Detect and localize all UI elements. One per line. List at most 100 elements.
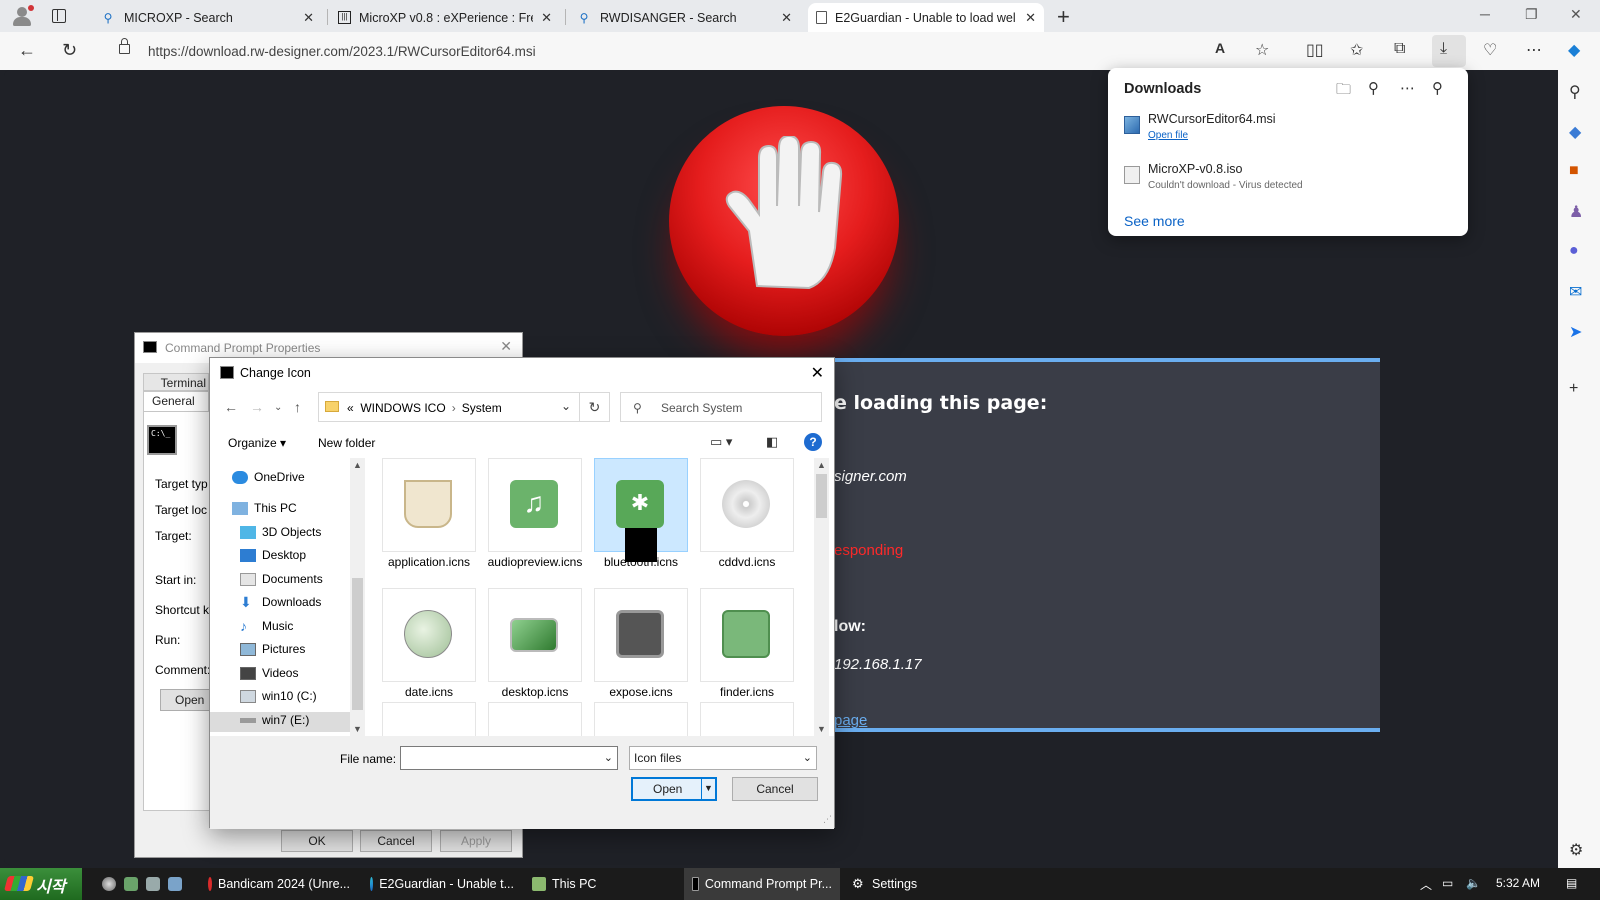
nav-item-desktop[interactable]: Desktop [240,548,306,562]
browser-essentials-icon[interactable]: ♡ [1483,40,1497,60]
search-input[interactable]: Search System [661,401,742,415]
task-edge[interactable]: E2Guardian - Unable t... [362,868,522,900]
download-item[interactable]: MicroXP-v0.8.iso Couldn't download - Vir… [1124,162,1454,200]
scroll-up-icon[interactable]: ▲ [353,460,362,470]
volume-muted-icon[interactable]: 🔈 [1466,876,1481,890]
outlook-icon[interactable]: ✉ [1569,282,1582,302]
open-folder-icon[interactable]: 🗀 [1336,79,1351,104]
file-item[interactable] [486,702,584,736]
media-quicklaunch-icon[interactable] [168,877,182,891]
scroll-thumb[interactable] [816,474,827,518]
file-list-scrollbar[interactable]: ▲ ▼ [814,458,829,736]
profile-avatar-icon[interactable] [10,5,34,27]
view-options-icon[interactable]: ▭ ▾ [710,434,732,450]
back-icon[interactable]: ← [224,399,238,415]
notifications-icon[interactable]: ▤ [1566,876,1577,890]
browser-tab-1[interactable]: ⚲ MICROXP - Search ✕ [92,3,322,32]
file-item[interactable]: date.icns [380,588,478,708]
nav-item-onedrive[interactable]: OneDrive [232,470,305,484]
open-file-link[interactable]: Open file [1148,130,1188,141]
ok-button[interactable]: OK [281,830,353,852]
tab-general[interactable]: General [143,391,209,411]
file-item[interactable]: desktop.icns [486,588,584,708]
downloads-button[interactable] [1432,35,1466,67]
file-type-select[interactable]: Icon files ⌄ [629,746,817,770]
minimize-icon[interactable]: ─ [1480,6,1490,22]
nav-item-pictures[interactable]: Pictures [240,642,305,656]
lock-icon[interactable] [119,38,130,54]
nav-item-videos[interactable]: Videos [240,666,298,680]
browser-tab-2[interactable]: ||| MicroXP v0.8 : eXPerience : Free ✕ [330,3,560,32]
scroll-up-icon[interactable]: ▲ [817,460,826,470]
microsoft-365-icon[interactable]: ● [1569,242,1579,260]
chevron-down-icon[interactable]: ⌄ [604,751,613,764]
open-button[interactable]: Open ▼ [631,777,717,801]
file-name-input[interactable]: ⌄ [400,746,618,770]
organize-menu[interactable]: Organize ▾ [228,436,286,450]
scroll-down-icon[interactable]: ▼ [353,724,362,734]
close-tab-icon[interactable]: ✕ [781,10,792,26]
open-file-location-button[interactable]: Open [160,689,214,711]
close-tab-icon[interactable]: ✕ [303,10,314,26]
favorites-icon[interactable]: ✩ [1350,40,1363,60]
url-text[interactable]: https://download.rw-designer.com/2023.1/… [148,44,536,59]
new-folder-button[interactable]: New folder [318,436,375,450]
download-item[interactable]: RWCursorEditor64.msi Open file [1124,112,1454,150]
more-options-icon[interactable]: ⋯ [1526,40,1542,60]
new-tab-icon[interactable]: + [1057,4,1070,30]
nav-item-music[interactable]: ♪ Music [240,619,293,634]
close-tab-icon[interactable]: ✕ [1025,10,1036,26]
download-icon[interactable]: ⤓ [1440,40,1447,58]
tools-icon[interactable]: ■ [1569,162,1579,180]
address-bar[interactable]: https://download.rw-designer.com/2023.1/… [108,36,1208,66]
file-item[interactable] [698,702,796,736]
breadcrumb-overflow[interactable]: « [347,401,354,415]
nav-item-documents[interactable]: Documents [240,572,323,586]
collections-icon[interactable]: ⧉ [1394,40,1405,58]
apply-button[interactable]: Apply [440,830,512,852]
preview-pane-icon[interactable]: ◧ [766,434,778,450]
task-command-prompt-properties[interactable]: Command Prompt Pr... [684,868,840,900]
task-bandicam[interactable]: Bandicam 2024 (Unre... [200,868,358,900]
browser-tab-4-active[interactable]: E2Guardian - Unable to load wel ✕ [808,3,1044,32]
nav-item-3d-objects[interactable]: 3D Objects [240,525,321,539]
nav-item-downloads[interactable]: ⬇ Downloads [240,595,321,610]
copilot-icon[interactable]: ◆ [1568,40,1580,60]
nav-item-this-pc[interactable]: This PC [232,501,297,515]
back-icon[interactable]: ← [18,40,36,61]
recent-locations-icon[interactable]: ⌄ [274,402,282,413]
forward-icon[interactable]: → [250,399,264,415]
tray-overflow-chevron-icon[interactable]: ︿ [1420,876,1432,893]
pin-icon[interactable]: ⚲ [1432,79,1443,97]
breadcrumb-item[interactable]: System [462,401,502,415]
tab-actions-icon[interactable] [52,9,66,23]
close-tab-icon[interactable]: ✕ [541,10,552,26]
file-item[interactable]: ♫ audiopreview.icns [486,458,584,578]
nav-item-drive-c[interactable]: win10 (C:) [240,689,317,703]
nav-scrollbar[interactable]: ▲ ▼ [350,458,365,736]
restore-icon[interactable]: ❐ [1525,6,1538,23]
back-page-link[interactable]: page [834,712,867,728]
search-box[interactable]: ⚲ Search System [620,392,822,422]
telegram-icon[interactable]: ➤ [1569,322,1582,342]
more-options-icon[interactable]: ⋯ [1400,79,1415,97]
close-icon[interactable]: ✕ [500,338,512,355]
help-icon[interactable]: ? [804,433,822,451]
explorer-quicklaunch-icon[interactable] [146,877,160,891]
tab-terminal[interactable]: Terminal [143,373,209,391]
split-screen-icon[interactable]: ▯▯ [1306,40,1324,60]
open-options-chevron-icon[interactable]: ▼ [701,779,715,799]
path-breadcrumb[interactable]: « WINDOWS ICO › System ⌄ [318,392,580,422]
browser-quicklaunch-icon[interactable] [102,877,116,891]
read-aloud-icon[interactable]: A [1215,40,1225,56]
games-icon[interactable]: ♟ [1569,202,1583,222]
task-this-pc[interactable]: This PC [524,868,674,900]
file-item[interactable]: expose.icns [592,588,690,708]
see-more-link[interactable]: See more [1124,213,1185,229]
file-item[interactable] [592,702,690,736]
close-window-icon[interactable]: ✕ [1570,6,1582,23]
shopping-tag-icon[interactable]: ◆ [1569,122,1581,142]
task-settings[interactable]: ⚙ Settings [844,868,954,900]
refresh-icon[interactable]: ↻ [580,392,610,422]
file-item[interactable]: cddvd.icns [698,458,796,578]
